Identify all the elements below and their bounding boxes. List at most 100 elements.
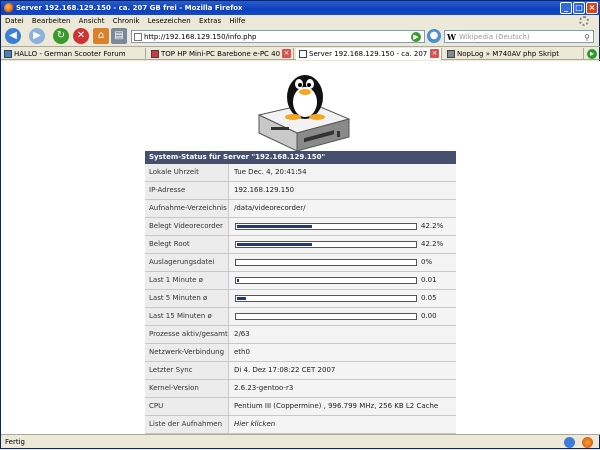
tab-scooter-forum[interactable]: HALLO - German Scooter Forum bbox=[1, 48, 146, 60]
load-bar bbox=[235, 313, 417, 320]
menu-extras[interactable]: Extras bbox=[199, 17, 221, 25]
system-status-panel: System-Status für Server "192.168.129.15… bbox=[145, 151, 456, 434]
tab-label: NopLog » M740AV php Skript bbox=[457, 50, 560, 58]
search-box[interactable]: W Wikipedia (Deutsch) ⚲ bbox=[444, 30, 594, 43]
window-title: Server 192.168.129.150 - ca. 207 GB frei… bbox=[16, 4, 243, 12]
recordings-link[interactable]: Hier klicken bbox=[234, 416, 275, 433]
forward-arrow-icon[interactable]: ▶ bbox=[29, 28, 45, 44]
maximize-button[interactable]: □ bbox=[573, 2, 585, 14]
row-ip-address: IP-Adresse 192.168.129.150 bbox=[145, 182, 456, 200]
address-url: http://192.168.129.150/info.php bbox=[144, 33, 257, 41]
tab-server-status[interactable]: Server 192.168.129.150 - ca. 207 ... × bbox=[296, 48, 442, 60]
page-content: System-Status für Server "192.168.129.15… bbox=[1, 61, 600, 434]
menu-hilfe[interactable]: Hilfe bbox=[229, 17, 245, 25]
address-bar[interactable]: http://192.168.129.150/info.php ▶ bbox=[131, 30, 425, 43]
usage-bar bbox=[235, 223, 417, 230]
status-bar: Fertig bbox=[1, 434, 600, 450]
row-value: Di 4. Dez 17:08:22 CET 2007 bbox=[234, 366, 336, 374]
menu-chronik[interactable]: Chronik bbox=[113, 17, 140, 25]
network-icon[interactable] bbox=[564, 437, 575, 448]
row-last-sync: Letzter Sync Di 4. Dez 17:08:22 CET 2007 bbox=[145, 362, 456, 380]
row-load-15min: Last 15 Minuten ø 0.00 bbox=[145, 308, 456, 326]
row-value: 0.01 bbox=[421, 276, 437, 284]
row-value: 0% bbox=[421, 258, 433, 266]
print-icon[interactable]: ▤ bbox=[111, 28, 127, 44]
row-value: 0.05 bbox=[421, 294, 437, 302]
row-local-time: Lokale Uhrzeit Tue Dec. 4, 20:41:54 bbox=[145, 164, 456, 182]
usage-bar bbox=[235, 241, 417, 248]
back-arrow-icon[interactable]: ◀ bbox=[5, 28, 21, 44]
tab-list-icon[interactable]: ▸ bbox=[587, 49, 597, 59]
firefox-addon-icon[interactable] bbox=[582, 437, 593, 448]
minimize-button[interactable]: _ bbox=[560, 2, 572, 14]
globe-icon[interactable]: ● bbox=[427, 29, 441, 43]
tab-label: HALLO - German Scooter Forum bbox=[14, 50, 126, 58]
tab-label: Server 192.168.129.150 - ca. 207 ... bbox=[309, 50, 437, 58]
row-label: Last 5 Minuten ø bbox=[145, 290, 229, 307]
menu-lesezeichen[interactable]: Lesezeichen bbox=[148, 17, 191, 25]
wikipedia-icon: W bbox=[447, 32, 456, 42]
row-value: 42.2% bbox=[421, 240, 444, 248]
row-label: Prozesse aktiv/gesamt bbox=[145, 326, 229, 343]
reload-icon[interactable]: ↻ bbox=[53, 28, 69, 44]
tab-noplog[interactable]: NopLog » M740AV php Skript bbox=[444, 48, 584, 60]
menu-bar: Datei Bearbeiten Ansicht Chronik Lesezei… bbox=[1, 15, 600, 27]
row-processes: Prozesse aktiv/gesamt 2/63 bbox=[145, 326, 456, 344]
row-label: Aufnahme-Verzeichnis bbox=[145, 200, 229, 217]
go-icon[interactable]: ▶ bbox=[411, 32, 421, 42]
row-recording-dir: Aufnahme-Verzeichnis/data/videorecorder/ bbox=[145, 200, 456, 218]
row-label: Auslagerungsdatei bbox=[145, 254, 229, 271]
row-label: Last 1 Minute ø bbox=[145, 272, 229, 289]
row-value: eth0 bbox=[234, 348, 250, 356]
row-network: Netzwerk-Verbindung eth0 bbox=[145, 344, 456, 362]
row-value: 2/63 bbox=[234, 330, 250, 338]
row-label: IP-Adresse bbox=[145, 182, 229, 199]
row-load-1min: Last 1 Minute ø 0.01 bbox=[145, 272, 456, 290]
load-bar-fill bbox=[237, 279, 239, 282]
row-value: 192.168.129.150 bbox=[234, 186, 295, 194]
favicon-icon bbox=[151, 50, 159, 58]
menu-datei[interactable]: Datei bbox=[5, 17, 24, 25]
row-value: 42.2% bbox=[421, 222, 444, 230]
row-label: Lokale Uhrzeit bbox=[145, 164, 229, 181]
stop-icon[interactable]: ✕ bbox=[73, 28, 89, 44]
menu-ansicht[interactable]: Ansicht bbox=[79, 17, 105, 25]
close-button[interactable]: × bbox=[586, 2, 598, 14]
row-label: Belegt Videorecorder bbox=[145, 218, 229, 235]
favicon-icon bbox=[4, 50, 12, 58]
row-value: Pentium III (Coppermine) , 996.799 MHz, … bbox=[234, 402, 439, 410]
home-icon[interactable]: ⌂ bbox=[93, 28, 109, 44]
throbber-icon bbox=[579, 16, 589, 26]
menu-bearbeiten[interactable]: Bearbeiten bbox=[32, 17, 70, 25]
row-label: Netzwerk-Verbindung bbox=[145, 344, 229, 361]
panel-title: System-Status für Server "192.168.129.15… bbox=[145, 151, 456, 164]
usage-bar bbox=[235, 259, 417, 266]
page-icon bbox=[134, 33, 142, 41]
row-value: /data/videorecorder/ bbox=[234, 204, 306, 212]
usage-bar-fill bbox=[237, 243, 312, 246]
favicon-icon bbox=[299, 50, 307, 58]
title-bar: Server 192.168.129.150 - ca. 207 GB frei… bbox=[1, 1, 600, 15]
penguin-server-logo bbox=[257, 75, 351, 152]
status-rows: Lokale Uhrzeit Tue Dec. 4, 20:41:54 IP-Ad… bbox=[145, 164, 456, 434]
tab-bar: HALLO - German Scooter Forum TOP HP Mini… bbox=[1, 46, 600, 60]
search-placeholder: Wikipedia (Deutsch) bbox=[459, 33, 530, 41]
load-bar bbox=[235, 295, 417, 302]
row-load-5min: Last 5 Minuten ø 0.05 bbox=[145, 290, 456, 308]
row-root-usage: Belegt Root 42.2% bbox=[145, 236, 456, 254]
navigation-toolbar: ◀ ▶ ↻ ✕ ⌂ ▤ http://192.168.129.150/info.… bbox=[1, 27, 600, 45]
row-swap-usage: Auslagerungsdatei 0% bbox=[145, 254, 456, 272]
browser-window: Server 192.168.129.150 - ca. 207 GB frei… bbox=[0, 0, 600, 449]
close-tab-icon[interactable]: × bbox=[282, 49, 291, 58]
row-cpu: CPU Pentium III (Coppermine) , 996.799 MH… bbox=[145, 398, 456, 416]
tab-hp-mini-pc[interactable]: TOP HP Mini-PC Barebone e-PC 40 ... × bbox=[148, 48, 294, 60]
row-label: CPU bbox=[145, 398, 229, 415]
search-icon[interactable]: ⚲ bbox=[584, 32, 590, 44]
load-bar-fill bbox=[237, 297, 246, 300]
row-label: Last 15 Minuten ø bbox=[145, 308, 229, 325]
row-label: Belegt Root bbox=[145, 236, 229, 253]
row-label: Letzter Sync bbox=[145, 362, 229, 379]
row-recordings-list: Liste der Aufnahmen Hier klicken bbox=[145, 416, 456, 434]
close-tab-icon[interactable]: × bbox=[430, 49, 439, 58]
tab-label: TOP HP Mini-PC Barebone e-PC 40 ... bbox=[161, 50, 289, 58]
